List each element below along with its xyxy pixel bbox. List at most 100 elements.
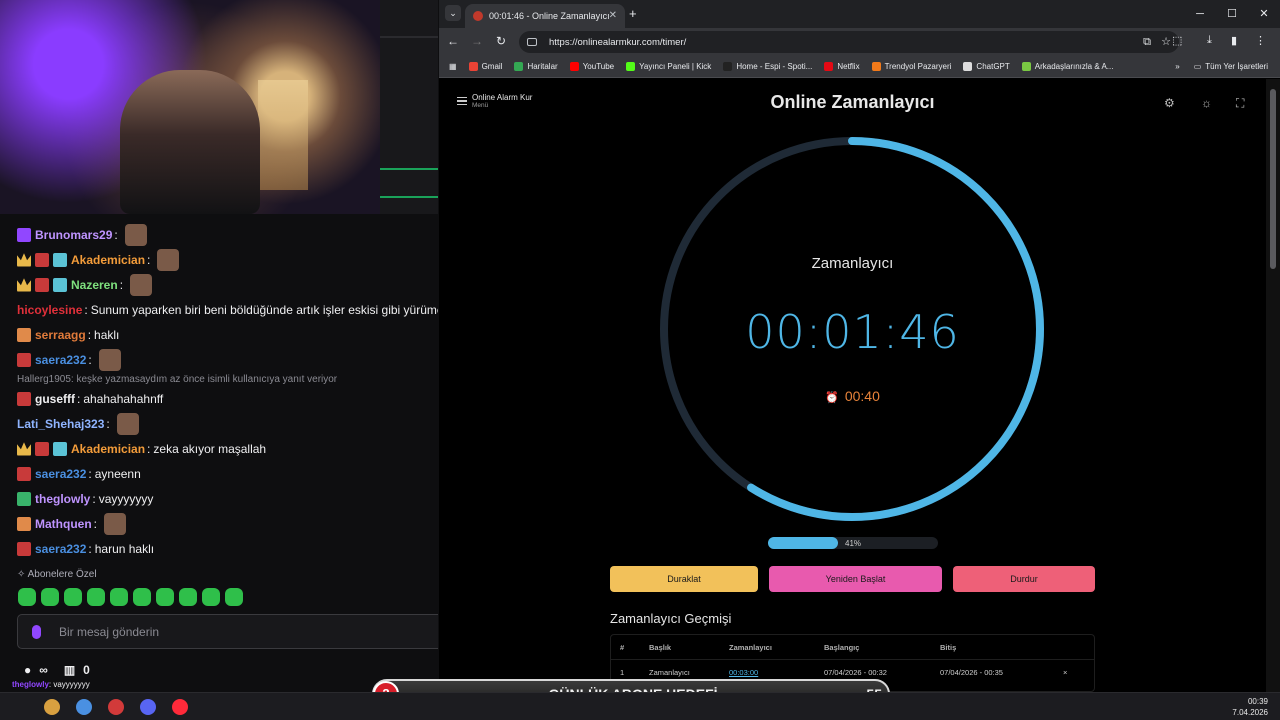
- tab-bar: ⌄ 00:01:46 - Online Zamanlayıcı ✕ + ─ ☐ …: [439, 0, 1280, 28]
- emote[interactable]: [41, 588, 59, 606]
- table-header: # Başlık Zamanlayıcı Başlangıç Bitiş: [620, 643, 957, 652]
- chat-message: saera232: ayneenn: [0, 461, 438, 486]
- opera-icon[interactable]: [172, 699, 188, 715]
- alarm-time: ⏰ 00:40: [825, 388, 880, 404]
- bookmark-item[interactable]: Haritalar: [514, 62, 558, 71]
- chat-username[interactable]: Akademician: [71, 442, 145, 456]
- obs-strip: [380, 0, 438, 214]
- emote[interactable]: [87, 588, 105, 606]
- address-bar[interactable]: https://onlinealarmkur.com/timer/ ⧉ ☆: [519, 31, 1179, 53]
- chat-message: Nazeren:: [0, 272, 438, 297]
- url-text: https://onlinealarmkur.com/timer/: [549, 36, 687, 48]
- history-title: Zamanlayıcı Geçmişi: [610, 611, 732, 626]
- obs-icon[interactable]: [108, 699, 124, 715]
- extensions-icon[interactable]: ⬚: [1172, 34, 1182, 47]
- bookmark-favicon-icon: [824, 62, 834, 71]
- site-info-icon[interactable]: [527, 38, 537, 46]
- extension-icon[interactable]: ▮: [1231, 34, 1237, 47]
- install-icon[interactable]: ⧉: [1143, 31, 1151, 53]
- timer-page: Online Alarm Kur Menü Online Zamanlayıcı…: [439, 79, 1266, 692]
- progress-fill: [768, 537, 838, 549]
- emote[interactable]: [179, 588, 197, 606]
- bookmark-item[interactable]: Home - Espi - Spoti...: [723, 62, 812, 71]
- chat-username[interactable]: saera232: [35, 542, 86, 556]
- chat-message: serraagg: haklı: [0, 322, 438, 347]
- bookmark-item[interactable]: Arkadaşlarınızla & A...: [1021, 62, 1113, 71]
- download-icon[interactable]: ⤓: [1207, 34, 1212, 47]
- bookmark-favicon-icon: [626, 62, 636, 71]
- tab-search-button[interactable]: ⌄: [445, 5, 461, 21]
- chat-username[interactable]: Brunomars29: [35, 228, 112, 242]
- stream-chat-panel: Brunomars29: Akademician: Nazeren: hicoyles…: [0, 0, 438, 692]
- chat-message: hicoylesine: Sunum yaparken biri beni böl…: [0, 297, 438, 322]
- mic-icon[interactable]: [32, 624, 41, 639]
- chat-username[interactable]: Nazeren: [71, 278, 118, 292]
- users-icon: ●: [24, 663, 32, 677]
- menu-kebab-icon[interactable]: ⋮: [1255, 34, 1266, 47]
- chat-emote-icon: [104, 512, 127, 535]
- emote[interactable]: [133, 588, 151, 606]
- orange-badge-icon: [17, 327, 31, 342]
- bookmark-item[interactable]: Netflix: [824, 62, 860, 71]
- chat-username[interactable]: Akademician: [71, 253, 145, 267]
- bookmark-item[interactable]: YouTube: [569, 62, 614, 71]
- chrome-icon[interactable]: [76, 699, 92, 715]
- reload-button[interactable]: ↻: [493, 34, 509, 48]
- crown-badge-icon: [17, 442, 31, 456]
- fullscreen-icon[interactable]: ⛶: [1236, 96, 1244, 111]
- new-tab-button[interactable]: +: [629, 6, 637, 21]
- apps-icon[interactable]: ▦: [449, 62, 457, 71]
- pause-button[interactable]: Duraklat: [610, 566, 758, 592]
- taskbar: 00:39 7.04.2026: [0, 692, 1280, 720]
- bookmark-star-icon[interactable]: ☆: [1161, 31, 1171, 53]
- window-controls: ─ ☐ ✕: [1184, 0, 1280, 28]
- close-window-button[interactable]: ✕: [1248, 0, 1280, 28]
- tab-timer[interactable]: 00:01:46 - Online Zamanlayıcı ✕: [465, 4, 625, 28]
- emote[interactable]: [18, 588, 36, 606]
- settings-icon[interactable]: ⚙: [1164, 96, 1175, 110]
- chat-text: ahahahahahnff: [83, 391, 164, 406]
- emote[interactable]: [110, 588, 128, 606]
- discord-icon[interactable]: [140, 699, 156, 715]
- bookmark-item[interactable]: ChatGPT: [963, 62, 1010, 71]
- red-badge-icon: [35, 252, 49, 267]
- restart-button[interactable]: Yeniden Başlat: [769, 566, 942, 592]
- chat-username[interactable]: gusefff: [35, 392, 75, 406]
- emote[interactable]: [64, 588, 82, 606]
- timer-link[interactable]: 00:03:00: [729, 668, 758, 677]
- chat-text: vayyyyyyy: [98, 491, 154, 506]
- back-button[interactable]: ←: [445, 34, 461, 48]
- system-clock: 00:39 7.04.2026: [1232, 697, 1268, 717]
- emote-row[interactable]: [18, 588, 243, 606]
- bookmark-item[interactable]: Yayıncı Paneli | Kick: [626, 62, 711, 71]
- chat-text: haklı: [94, 327, 120, 342]
- app-icon[interactable]: [44, 699, 60, 715]
- chat-input[interactable]: Bir mesaj gönderin: [17, 614, 438, 649]
- maximize-button[interactable]: ☐: [1216, 0, 1248, 28]
- chat-username[interactable]: Lati_Shehaj323: [17, 417, 104, 431]
- all-bookmarks[interactable]: » ▭ Tüm Yer İşaretleri: [1175, 62, 1268, 71]
- chat-username[interactable]: serraagg: [35, 328, 86, 342]
- chat-username[interactable]: hicoylesine: [17, 303, 82, 317]
- emote[interactable]: [225, 588, 243, 606]
- bookmark-item[interactable]: Trendyol Pazaryeri: [871, 62, 951, 71]
- chat-username[interactable]: Mathquen: [35, 517, 92, 531]
- chat-username[interactable]: theglowly: [35, 492, 90, 506]
- chat-message: saera232:: [0, 347, 438, 372]
- lightbulb-icon[interactable]: ☼: [1201, 96, 1212, 110]
- emote[interactable]: [156, 588, 174, 606]
- emote[interactable]: [202, 588, 220, 606]
- reply-note: Hallerg1905: keşke yazmasaydım az önce i…: [17, 373, 338, 385]
- bookmark-item[interactable]: Gmail: [468, 62, 502, 71]
- forward-button[interactable]: →: [469, 34, 485, 48]
- minimize-button[interactable]: ─: [1184, 0, 1216, 28]
- close-tab-icon[interactable]: ✕: [609, 10, 617, 21]
- page-scrollbar[interactable]: [1266, 79, 1280, 692]
- bottom-chat-line: theglowly: vayyyyyyy: [12, 680, 90, 689]
- chat-username[interactable]: saera232: [35, 353, 86, 367]
- stop-button[interactable]: Durdur: [953, 566, 1095, 592]
- chat-stats: ● ∞ ▥ 0: [24, 663, 90, 677]
- delete-row-icon[interactable]: ×: [1063, 668, 1067, 677]
- gift-badge-icon: [53, 252, 67, 267]
- chat-username[interactable]: saera232: [35, 467, 86, 481]
